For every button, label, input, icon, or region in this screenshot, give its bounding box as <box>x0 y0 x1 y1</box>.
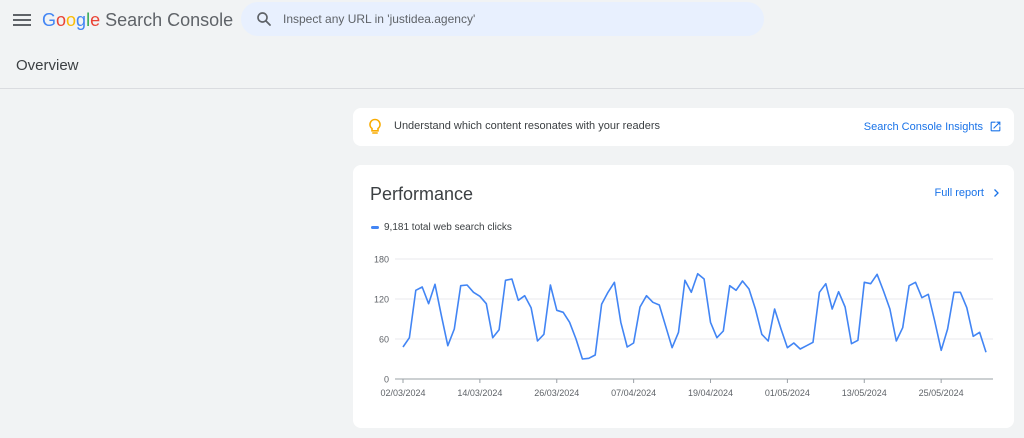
y-tick-label: 120 <box>374 295 389 305</box>
x-tick-label: 02/03/2024 <box>380 388 425 398</box>
product-name: Search Console <box>105 10 234 30</box>
clicks-series-line <box>402 272 987 360</box>
header-divider <box>0 88 1024 89</box>
open-in-new-icon <box>990 121 1001 132</box>
insights-link-label: Search Console Insights <box>863 120 983 133</box>
logo-letter: e <box>90 10 101 30</box>
top-app-bar: Google Search Console <box>0 0 1024 40</box>
chart-legend: 9,181 total web search clicks <box>371 222 512 233</box>
x-tick-label: 13/05/2024 <box>842 388 887 398</box>
y-tick-label: 60 <box>379 335 389 345</box>
search-console-insights-link[interactable]: Search Console Insights <box>864 120 1002 133</box>
search-console-logo[interactable]: Google Search Console <box>42 9 233 31</box>
y-tick-label: 0 <box>384 375 389 385</box>
logo-letter: o <box>66 10 77 30</box>
insights-card: Understand which content resonates with … <box>353 108 1014 146</box>
menu-icon <box>13 14 31 26</box>
search-icon <box>257 12 271 26</box>
performance-title: Performance <box>370 184 474 204</box>
full-report-label: Full report <box>934 187 984 199</box>
logo-letter: g <box>76 10 87 30</box>
x-tick-label: 19/04/2024 <box>688 388 733 398</box>
url-inspection-input[interactable] <box>283 2 743 36</box>
x-tick-label: 01/05/2024 <box>765 388 810 398</box>
url-inspection-search[interactable] <box>241 2 764 36</box>
legend-label: 9,181 total web search clicks <box>384 222 512 233</box>
lightbulb-icon <box>369 118 381 134</box>
full-report-link[interactable]: Full report <box>934 187 1002 199</box>
logo-letter: o <box>56 10 67 30</box>
performance-card: Performance Full report 9,181 total web … <box>353 165 1014 428</box>
logo-letter: G <box>42 10 57 30</box>
page-title: Overview <box>16 57 79 74</box>
y-tick-label: 180 <box>374 255 389 265</box>
chevron-right-icon <box>994 189 999 197</box>
x-tick-label: 14/03/2024 <box>457 388 502 398</box>
legend-swatch <box>371 226 379 229</box>
x-tick-label: 07/04/2024 <box>611 388 656 398</box>
main-menu-button[interactable] <box>10 8 34 32</box>
insights-message: Understand which content resonates with … <box>394 120 660 132</box>
x-tick-label: 25/05/2024 <box>919 388 964 398</box>
x-tick-label: 26/03/2024 <box>534 388 579 398</box>
clicks-line-chart: 0 60 120 180 02/03/2024 14/03/2024 26/03/2024 0… <box>374 255 993 398</box>
